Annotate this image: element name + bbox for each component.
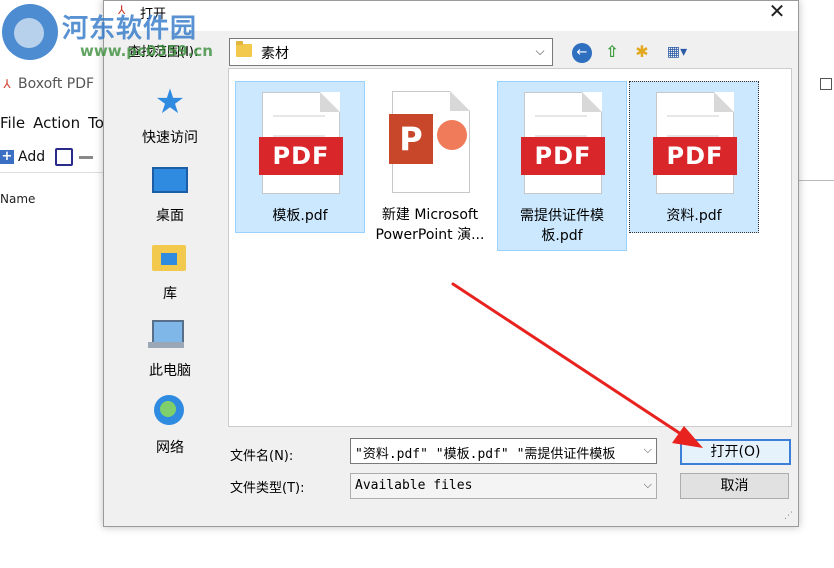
filetype-select[interactable]: Available files ⌵ xyxy=(350,473,657,499)
background-menu-bar: File Action To xyxy=(0,110,105,136)
file-name: 资料.pdf xyxy=(666,208,722,224)
look-in-dropdown[interactable]: 素材 ⌵ xyxy=(229,38,553,66)
pie-chart-icon xyxy=(437,120,467,150)
powerpoint-file-icon: P xyxy=(389,91,470,193)
back-button[interactable]: ← xyxy=(572,43,592,63)
divider xyxy=(798,180,834,181)
folder-icon xyxy=(236,41,252,57)
place-library[interactable]: 库 xyxy=(116,235,224,305)
chevron-down-icon[interactable]: ⌵ xyxy=(530,41,550,61)
maximize-icon[interactable] xyxy=(820,78,832,90)
place-this-pc[interactable]: 此电脑 xyxy=(116,312,224,382)
place-network[interactable]: 网络 xyxy=(116,389,224,459)
open-file-dialog: ⅄ 打开 ✕ 查找范围(I): 素材 ⌵ ← ⇧ ✱ ▦▾ ★ 快速访问 桌面 … xyxy=(103,0,799,527)
watermark-url: www.pc0359.cn xyxy=(80,42,213,60)
look-in-value: 素材 xyxy=(261,46,289,62)
background-app-title-text: Boxoft PDF xyxy=(18,76,95,92)
column-header-name[interactable]: Name xyxy=(0,192,35,206)
place-label: 库 xyxy=(163,286,177,302)
star-icon: ★ xyxy=(154,82,186,122)
pdf-file-icon: PDF xyxy=(521,92,605,194)
pdf-app-icon: ⅄ xyxy=(3,77,11,91)
menu-tools[interactable]: To xyxy=(88,114,104,132)
background-toolbar: + Add xyxy=(0,142,105,173)
file-item-id-template-pdf[interactable]: PDF 需提供证件模板.pdf xyxy=(497,81,627,251)
filename-value: "资料.pdf" "模板.pdf" "需提供证件模板 xyxy=(355,447,616,462)
library-icon xyxy=(152,245,186,271)
chevron-down-icon[interactable]: ⌵ xyxy=(644,443,652,457)
add-icon: + xyxy=(0,149,14,164)
place-label: 网络 xyxy=(156,440,184,456)
file-name: 需提供证件模板.pdf xyxy=(520,208,604,244)
ppt-badge: P xyxy=(389,114,433,164)
view-menu-button[interactable]: ▦▾ xyxy=(660,41,694,63)
file-list[interactable]: PDF 模板.pdf P 新建 Microsoft PowerPoint 演..… xyxy=(228,68,792,427)
network-icon xyxy=(154,395,184,425)
remove-icon[interactable] xyxy=(79,155,94,159)
pdf-badge: PDF xyxy=(521,137,605,175)
filename-label: 文件名(N): xyxy=(230,449,294,464)
add-button[interactable]: Add xyxy=(18,149,45,165)
pdf-file-icon: PDF xyxy=(653,92,737,194)
background-app-title: ⅄ Boxoft PDF xyxy=(0,70,105,98)
file-name: 模板.pdf xyxy=(272,208,328,224)
place-quick-access[interactable]: ★ 快速访问 xyxy=(116,79,224,149)
file-item-materials-pdf[interactable]: PDF 资料.pdf xyxy=(629,81,759,233)
place-label: 快速访问 xyxy=(142,130,198,146)
close-icon[interactable]: ✕ xyxy=(764,0,790,25)
watermark: 河东软件园 www.pc0359.cn xyxy=(2,4,232,66)
filename-input[interactable]: "资料.pdf" "模板.pdf" "需提供证件模板 ⌵ xyxy=(350,438,657,464)
computer-icon xyxy=(148,320,184,348)
pdf-badge: PDF xyxy=(653,137,737,175)
file-name: 新建 Microsoft PowerPoint 演... xyxy=(375,207,485,243)
place-label: 此电脑 xyxy=(149,363,191,379)
filetype-value: Available files xyxy=(355,478,473,493)
filetype-label: 文件类型(T): xyxy=(230,481,305,496)
file-item-template-pdf[interactable]: PDF 模板.pdf xyxy=(235,81,365,233)
chevron-down-icon[interactable]: ⌵ xyxy=(644,478,652,492)
menu-file[interactable]: File xyxy=(0,114,25,132)
watermark-text: 河东软件园 xyxy=(62,14,198,44)
menu-action[interactable]: Action xyxy=(33,114,80,132)
file-item-powerpoint[interactable]: P 新建 Microsoft PowerPoint 演... xyxy=(366,81,494,243)
open-button[interactable]: 打开(O) xyxy=(680,439,791,465)
cancel-button[interactable]: 取消 xyxy=(680,473,789,499)
pdf-badge: PDF xyxy=(259,137,343,175)
up-folder-button[interactable]: ⇧ xyxy=(601,41,623,63)
place-label: 桌面 xyxy=(156,208,184,224)
new-folder-button[interactable]: ✱ xyxy=(631,41,653,63)
place-desktop[interactable]: 桌面 xyxy=(116,157,224,227)
frame-icon[interactable] xyxy=(55,148,74,166)
watermark-logo-icon xyxy=(2,4,58,60)
resize-grip-icon[interactable]: ⋰ xyxy=(784,511,796,523)
places-bar: ★ 快速访问 桌面 库 此电脑 网络 xyxy=(116,71,224,521)
pdf-file-icon: PDF xyxy=(259,92,343,194)
desktop-icon xyxy=(152,167,188,193)
